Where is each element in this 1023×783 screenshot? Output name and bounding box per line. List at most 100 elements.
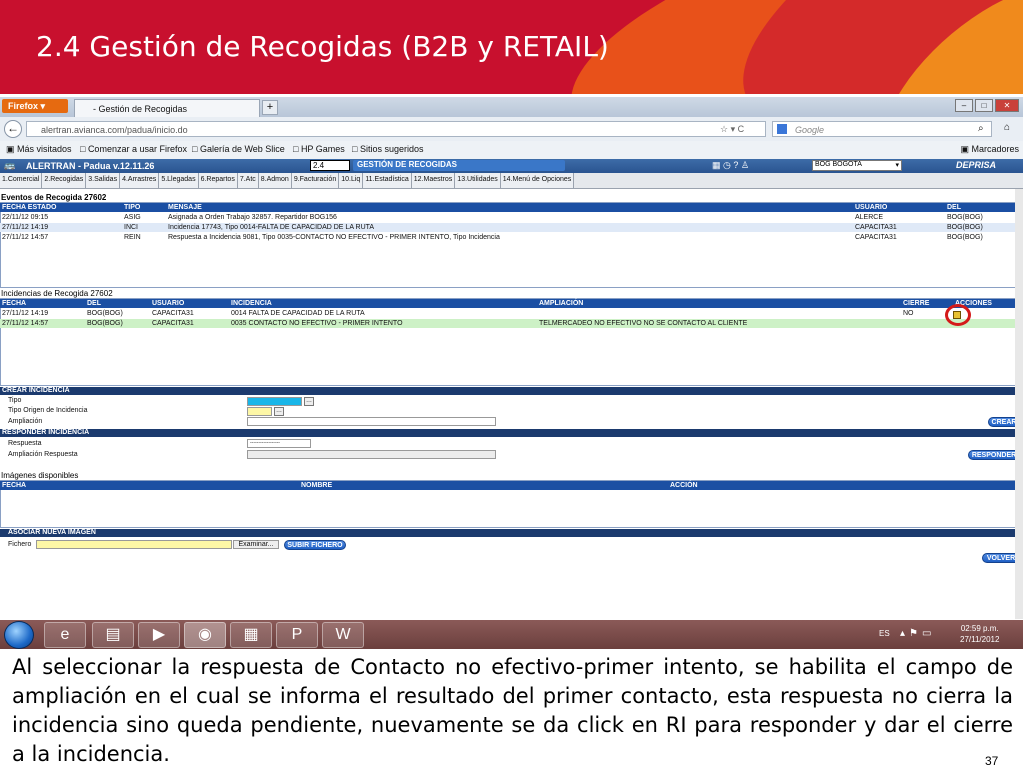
ampliacion-field[interactable] (247, 417, 496, 426)
app-icon[interactable]: ▦ (230, 622, 272, 648)
screen-code-input[interactable]: 2.4 (310, 160, 350, 171)
scrollbar[interactable] (1015, 189, 1023, 619)
origen-lookup-button[interactable]: … (274, 407, 284, 416)
upload-button[interactable]: SUBIR FICHERO (284, 540, 346, 550)
network-icon[interactable]: ▭ (922, 628, 935, 639)
minimize-icon[interactable]: – (955, 99, 973, 112)
reload-icon[interactable]: C (738, 124, 745, 134)
bookmark-label: Galería de Web Slice (199, 144, 285, 154)
clock-icon[interactable]: ◷ (723, 160, 731, 170)
menu-item[interactable]: 1.Comercial (0, 173, 43, 188)
table-row[interactable]: 27/11/12 14:19 INCI Incidencia 17743, Ti… (0, 223, 1023, 232)
menu-item[interactable]: 3.Salidas (86, 173, 121, 188)
bookmark-item[interactable]: □ Sitios sugeridos (352, 144, 423, 154)
ampliacion-respuesta-label: Ampliación Respuesta (8, 451, 78, 458)
col-header: NOMBRE (301, 482, 333, 489)
tray-icons: ▴⚑▭ (900, 628, 935, 639)
url-actions: ☆ ▾ C (720, 124, 744, 135)
flag-icon[interactable]: ⚑ (909, 628, 922, 639)
table-row[interactable]: 27/11/12 14:57 REIN Respuesta a Incidenc… (0, 233, 1023, 242)
browser-tab[interactable]: - Gestión de Recogidas (74, 99, 260, 117)
cell: CAPACITA31 (152, 310, 194, 317)
menu-item[interactable]: 10.Liq (339, 173, 364, 188)
city-select[interactable]: BOG BOGOTA ▾ (812, 160, 902, 171)
menu-item[interactable]: 14.Menú de Opciones (500, 173, 575, 188)
cell: CAPACITA31 (152, 320, 194, 327)
firefox-menu-button[interactable]: Firefox ▾ (2, 99, 68, 113)
menu-item[interactable]: 9.Facturación (291, 173, 340, 188)
col-header: DEL (947, 204, 961, 211)
menu-item[interactable]: 4.Arrastres (120, 173, 160, 188)
menu-item[interactable]: 12.Maestros (411, 173, 456, 188)
menu-item[interactable]: 7.Atc (237, 173, 259, 188)
menu-item[interactable]: 2.Recogidas (42, 173, 87, 188)
browse-button[interactable]: Examinar... (233, 540, 279, 549)
user-icon[interactable]: ♙ (741, 160, 749, 170)
respond-button[interactable]: RESPONDER (968, 450, 1020, 460)
bookmarks-menu-label: Marcadores (971, 144, 1019, 154)
menu-item[interactable]: 6.Repartos (198, 173, 238, 188)
app-menu: 1.Comercial 2.Recogidas 3.Salidas 4.Arra… (0, 173, 1023, 189)
cell: Incidencia 17743, Tipo 0014-FALTA DE CAP… (168, 224, 375, 231)
cell: BOG(BOG) (947, 224, 983, 231)
cell: BOG(BOG) (87, 320, 123, 327)
menu-item[interactable]: 5.Llegadas (159, 173, 199, 188)
word-icon[interactable]: W (322, 622, 364, 648)
cell: ASIG (124, 214, 141, 221)
url-input[interactable]: alertran.avianca.com/padua/inicio.do (26, 121, 766, 137)
app-header: 🚌 ALERTRAN - Padua v.12.11.26 2.4 GESTIÓ… (0, 159, 1023, 173)
table-row[interactable]: 22/11/12 09:15 ASIG Asignada a Orden Tra… (0, 213, 1023, 222)
respuesta-label: Respuesta (8, 440, 42, 447)
dropdown-icon[interactable]: ▾ (731, 124, 736, 134)
language-indicator[interactable]: ES (879, 629, 890, 638)
cell: BOG(BOG) (87, 310, 123, 317)
table-row[interactable]: 27/11/12 14:57 BOG(BOG) CAPACITA31 0035 … (0, 319, 1023, 328)
cell: 0014 FALTA DE CAPACIDAD DE LA RUTA (231, 310, 365, 317)
file-input[interactable] (36, 540, 232, 549)
ie-icon[interactable]: e (44, 622, 86, 648)
bookmark-item[interactable]: □ Comenzar a usar Firefox (80, 144, 187, 154)
col-header: ACCIÓN (670, 482, 698, 489)
col-header: USUARIO (152, 300, 185, 307)
home-icon[interactable]: ⌂ (1004, 122, 1010, 133)
help-icon[interactable]: ? (733, 160, 738, 170)
ampliacion-respuesta-field[interactable] (247, 450, 496, 459)
new-tab-button[interactable]: + (262, 100, 278, 115)
bookmark-item[interactable]: ▣ Más visitados (6, 144, 72, 155)
cell: Asignada a Orden Trabajo 32857. Repartid… (168, 214, 337, 221)
start-button[interactable] (4, 621, 34, 649)
bookmarks-menu[interactable]: ▣ Marcadores (960, 144, 1019, 155)
bookmark-item[interactable]: □ HP Games (293, 144, 345, 154)
media-player-icon[interactable]: ▶ (138, 622, 180, 648)
cell: TELMERCADEO NO EFECTIVO NO SE CONTACTO A… (539, 320, 748, 327)
search-input[interactable]: Google (772, 121, 992, 137)
tipo-field[interactable] (247, 397, 302, 406)
star-icon[interactable]: ☆ (720, 124, 728, 134)
tipo-lookup-button[interactable]: … (304, 397, 314, 406)
incidents-table-header: FECHA DEL USUARIO INCIDENCIA AMPLIACIÓN … (0, 299, 1023, 308)
bookmark-item[interactable]: □ Galería de Web Slice (192, 144, 285, 154)
close-icon[interactable]: ✕ (995, 99, 1019, 112)
show-hidden-icon[interactable]: ▴ (900, 628, 909, 639)
tipo-label: Tipo (8, 397, 22, 404)
calendar-icon[interactable]: ▦ (712, 160, 721, 170)
menu-item[interactable]: 8.Admon (258, 173, 292, 188)
origen-field[interactable] (247, 407, 272, 416)
search-placeholder: Google (795, 125, 825, 135)
tab-title: - Gestión de Recogidas (93, 104, 188, 114)
create-incident-header: CREAR INCIDENCIA (0, 387, 1023, 395)
menu-item[interactable]: 13.Utilidades (455, 173, 501, 188)
respuesta-select[interactable]: ------------------ (247, 439, 311, 448)
explorer-icon[interactable]: ▤ (92, 622, 134, 648)
back-arrow-icon[interactable]: ← (4, 120, 22, 138)
firefox-button-label: Firefox (8, 101, 39, 111)
menu-item[interactable]: 11.Estadística (363, 173, 412, 188)
table-row[interactable]: 27/11/12 14:19 BOG(BOG) CAPACITA31 0014 … (0, 309, 1023, 318)
url-text: alertran.avianca.com/padua/inicio.do (41, 125, 188, 135)
firefox-icon[interactable]: ◉ (184, 622, 226, 648)
clock[interactable]: 02:59 p.m. 27/11/2012 (960, 623, 999, 645)
cell: NO (903, 310, 914, 317)
powerpoint-icon[interactable]: P (276, 622, 318, 648)
search-icon[interactable]: ⌕ (978, 123, 984, 134)
maximize-icon[interactable]: □ (975, 99, 993, 112)
